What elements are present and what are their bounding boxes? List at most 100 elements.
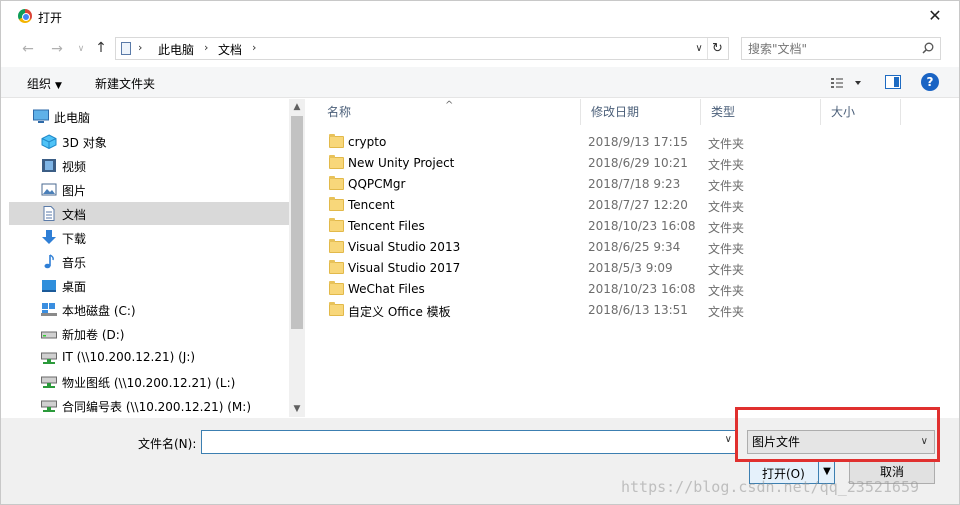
search-icon — [922, 42, 934, 54]
nav-item-desktop[interactable]: 桌面 — [9, 274, 289, 297]
file-name: New Unity Project — [348, 156, 455, 170]
file-type: 文件夹 — [708, 221, 745, 235]
forward-arrow-icon[interactable]: → — [47, 39, 67, 59]
nav-item-network-l[interactable]: 物业图纸 (\\10.200.12.21) (L:) — [9, 370, 289, 393]
nav-item-downloads[interactable]: 下载 — [9, 226, 289, 249]
folder-icon — [329, 134, 344, 148]
column-header-modified[interactable]: 修改日期 — [581, 99, 701, 125]
recent-locations-chevron-icon[interactable]: ∨ — [71, 39, 91, 59]
file-modified-date: 2018/6/13 13:51 — [588, 303, 688, 317]
nav-item-label: 文档 — [62, 208, 87, 222]
red-highlight-box — [735, 407, 940, 462]
folder-icon — [329, 197, 344, 211]
file-row[interactable]: Visual Studio 2013 2018/6/25 9:34 文件夹 — [317, 237, 897, 258]
file-modified-date: 2018/10/23 16:08 — [588, 219, 696, 233]
file-type: 文件夹 — [708, 137, 745, 151]
close-button[interactable]: ✕ — [923, 5, 947, 27]
help-icon[interactable]: ? — [921, 73, 939, 91]
scroll-up-icon[interactable]: ▲ — [289, 99, 305, 115]
address-history-chevron-icon[interactable]: ∨ — [691, 38, 707, 59]
nav-item-label: 3D 对象 — [62, 136, 107, 150]
chevron-down-icon[interactable]: ∨ — [725, 434, 732, 445]
file-row[interactable]: Tencent 2018/7/27 12:20 文件夹 — [317, 195, 897, 216]
network-drive-icon — [41, 400, 57, 412]
filename-label: 文件名(N): — [138, 437, 197, 451]
nav-item-local-disk-c[interactable]: 本地磁盘 (C:) — [9, 298, 289, 321]
nav-item-label: 下载 — [62, 232, 87, 246]
column-header-size[interactable]: 大小 — [821, 99, 901, 125]
file-row[interactable]: QQPCMgr 2018/7/18 9:23 文件夹 — [317, 174, 897, 195]
nav-item-this-pc[interactable]: 此电脑 — [9, 105, 289, 128]
preview-pane-icon[interactable] — [885, 75, 901, 89]
search-input[interactable] — [742, 38, 912, 59]
breadcrumb-separator-icon[interactable]: › — [138, 41, 142, 54]
network-drive-icon — [41, 352, 57, 364]
filename-field[interactable]: ∨ — [201, 430, 737, 454]
nav-item-label: 图片 — [62, 184, 87, 198]
nav-item-label: 音乐 — [62, 256, 87, 270]
navigation-scrollbar[interactable]: ▲ ▼ — [289, 99, 305, 417]
file-name: Visual Studio 2017 — [348, 261, 461, 275]
nav-item-label: 新加卷 (D:) — [62, 328, 125, 342]
nav-item-network-j[interactable]: IT (\\10.200.12.21) (J:) — [9, 346, 289, 369]
file-row[interactable]: 自定义 Office 模板 2018/6/13 13:51 文件夹 — [317, 300, 897, 321]
nav-item-videos[interactable]: 视频 — [9, 154, 289, 177]
file-type: 文件夹 — [708, 305, 745, 319]
nav-item-pictures[interactable]: 图片 — [9, 178, 289, 201]
breadcrumb-separator-icon[interactable]: › — [252, 41, 256, 54]
nav-item-documents[interactable]: 文档 — [9, 202, 289, 225]
nav-item-network-m[interactable]: 合同编号表 (\\10.200.12.21) (M:) — [9, 394, 289, 417]
refresh-icon[interactable]: ↻ — [707, 38, 727, 59]
file-name: QQPCMgr — [348, 177, 406, 191]
file-name: WeChat Files — [348, 282, 425, 296]
file-modified-date: 2018/7/27 12:20 — [588, 198, 688, 212]
file-row[interactable]: New Unity Project 2018/6/29 10:21 文件夹 — [317, 153, 897, 174]
nav-item-music[interactable]: 音乐 — [9, 250, 289, 273]
scrollbar-thumb[interactable] — [291, 116, 303, 329]
file-row[interactable]: crypto 2018/9/13 17:15 文件夹 — [317, 132, 897, 153]
file-row[interactable]: WeChat Files 2018/10/23 16:08 文件夹 — [317, 279, 897, 300]
breadcrumb-this-pc[interactable]: 此电脑 — [158, 41, 194, 58]
document-path-icon — [121, 42, 131, 55]
file-row[interactable]: Visual Studio 2017 2018/5/3 9:09 文件夹 — [317, 258, 897, 279]
organize-label: 组织 — [27, 77, 52, 91]
file-modified-date: 2018/6/29 10:21 — [588, 156, 688, 170]
search-box[interactable] — [741, 37, 941, 60]
folder-icon — [329, 239, 344, 253]
breadcrumb-documents[interactable]: 文档 — [218, 41, 242, 58]
file-type: 文件夹 — [708, 284, 745, 298]
nav-item-label: 视频 — [62, 160, 87, 174]
nav-item-label: IT (\\10.200.12.21) (J:) — [62, 350, 196, 364]
address-bar[interactable]: › 此电脑 › 文档 › — [115, 37, 729, 60]
file-type: 文件夹 — [708, 263, 745, 277]
organize-menu[interactable]: 组织 ▼ — [27, 75, 62, 92]
nav-item-3d-objects[interactable]: 3D 对象 — [9, 130, 289, 153]
file-type: 文件夹 — [708, 200, 745, 214]
scroll-down-icon[interactable]: ▼ — [289, 401, 305, 417]
back-arrow-icon[interactable]: ← — [18, 39, 38, 59]
up-arrow-icon[interactable]: ↑ — [91, 38, 111, 58]
dialog-title: 打开 — [38, 11, 63, 25]
network-drive-icon — [41, 376, 57, 388]
breadcrumb-separator-icon[interactable]: › — [204, 41, 208, 54]
filename-input[interactable] — [202, 431, 712, 453]
folder-icon — [329, 218, 344, 232]
3d-objects-icon — [41, 134, 57, 149]
nav-item-new-volume-d[interactable]: 新加卷 (D:) — [9, 322, 289, 345]
nav-item-label: 合同编号表 (\\10.200.12.21) (M:) — [62, 400, 251, 414]
file-row[interactable]: Tencent Files 2018/10/23 16:08 文件夹 — [317, 216, 897, 237]
new-folder-button[interactable]: 新建文件夹 — [95, 75, 155, 92]
nav-item-label: 本地磁盘 (C:) — [62, 304, 136, 318]
file-type: 文件夹 — [708, 179, 745, 193]
file-modified-date: 2018/9/13 17:15 — [588, 135, 688, 149]
command-toolbar: 组织 ▼ 新建文件夹 ? — [1, 67, 959, 98]
watermark-text: https://blog.csdn.net/qq_23521659 — [621, 478, 920, 496]
column-header-name[interactable]: 名称 ^ — [317, 99, 581, 125]
change-view-icon[interactable] — [829, 75, 863, 91]
column-header-type[interactable]: 类型 — [701, 99, 821, 125]
documents-icon — [43, 206, 55, 221]
file-name: 自定义 Office 模板 — [348, 305, 451, 319]
pictures-icon — [41, 183, 57, 196]
file-modified-date: 2018/6/25 9:34 — [588, 240, 681, 254]
nav-item-label: 桌面 — [62, 280, 87, 294]
